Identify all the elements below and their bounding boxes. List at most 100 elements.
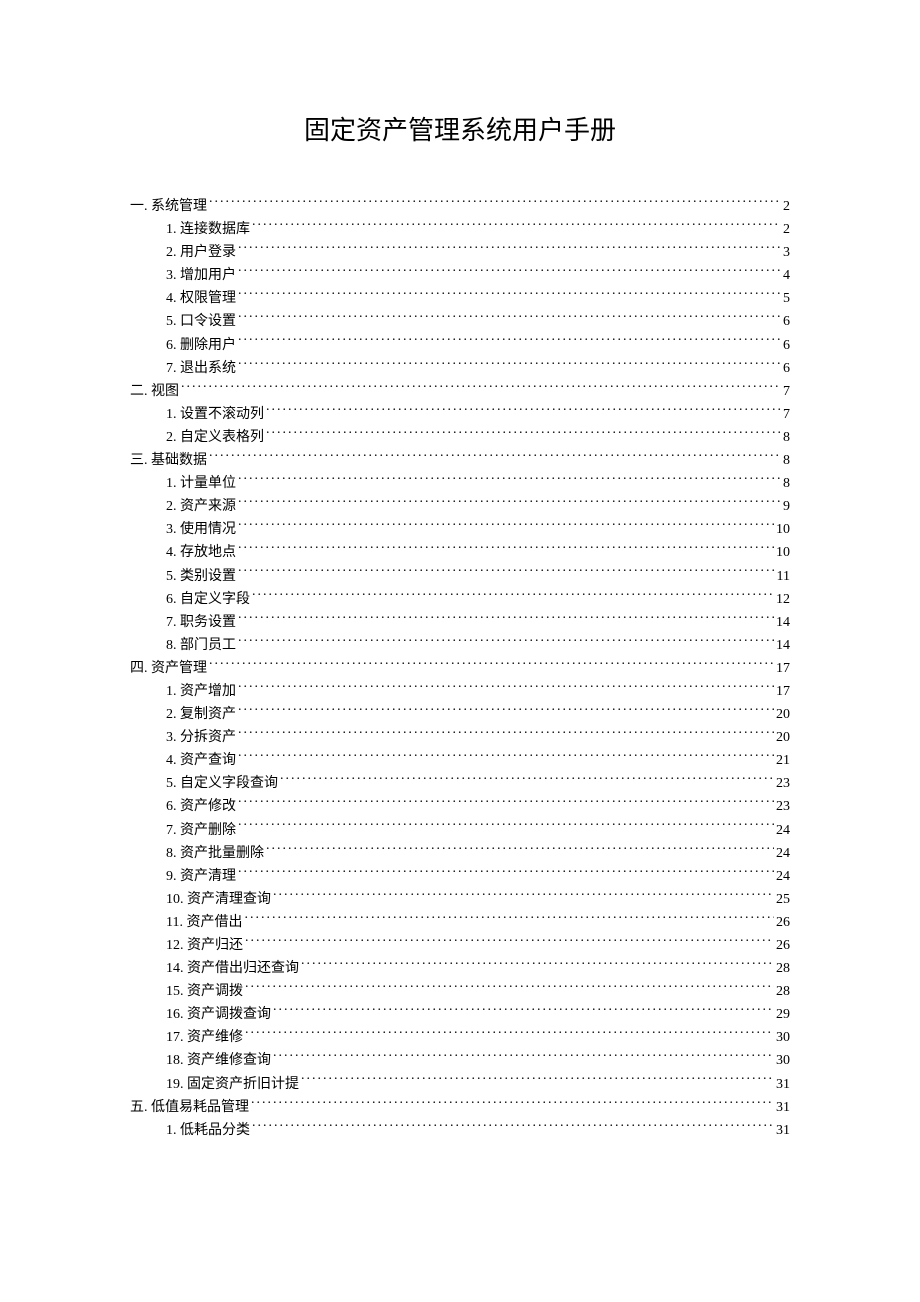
toc-entry-label: 四. 资产管理 xyxy=(130,657,207,680)
toc-entry-label: 15. 资产调拨 xyxy=(166,980,243,1003)
toc-entry[interactable]: 3. 分拆资产20 xyxy=(130,726,790,749)
toc-entry-label: 6. 删除用户 xyxy=(166,334,236,357)
toc-entry-label: 4. 权限管理 xyxy=(166,287,236,310)
toc-leader-dots xyxy=(238,566,775,580)
toc-entry-page: 20 xyxy=(776,703,790,726)
toc-entry[interactable]: 16. 资产调拨查询29 xyxy=(130,1003,790,1026)
toc-entry[interactable]: 3. 使用情况10 xyxy=(130,518,790,541)
toc-entry-page: 4 xyxy=(783,264,790,287)
toc-entry-label: 8. 资产批量删除 xyxy=(166,842,264,865)
toc-entry-page: 17 xyxy=(776,680,790,703)
toc-entry[interactable]: 2. 资产来源9 xyxy=(130,495,790,518)
toc-entry[interactable]: 11. 资产借出26 xyxy=(130,911,790,934)
toc-entry-page: 12 xyxy=(776,588,790,611)
toc-entry-label: 5. 自定义字段查询 xyxy=(166,772,278,795)
toc-entry-page: 23 xyxy=(776,772,790,795)
toc-entry-page: 24 xyxy=(776,842,790,865)
toc-entry-label: 7. 退出系统 xyxy=(166,357,236,380)
toc-leader-dots xyxy=(245,1027,774,1041)
toc-entry-label: 8. 部门员工 xyxy=(166,634,236,657)
toc-entry-label: 五. 低值易耗品管理 xyxy=(130,1096,249,1119)
toc-entry[interactable]: 12. 资产归还26 xyxy=(130,934,790,957)
toc-entry[interactable]: 1. 连接数据库2 xyxy=(130,218,790,241)
toc-entry[interactable]: 五. 低值易耗品管理 31 xyxy=(130,1096,790,1119)
toc-entry[interactable]: 7. 退出系统 6 xyxy=(130,357,790,380)
toc-leader-dots xyxy=(245,935,774,949)
toc-leader-dots xyxy=(252,589,774,603)
toc-leader-dots xyxy=(238,288,781,302)
toc-entry[interactable]: 6. 删除用户6 xyxy=(130,334,790,357)
toc-entry[interactable]: 5. 自定义字段查询 23 xyxy=(130,772,790,795)
toc-entry-page: 14 xyxy=(776,611,790,634)
toc-entry-label: 11. 资产借出 xyxy=(166,911,242,934)
toc-entry[interactable]: 6. 资产修改23 xyxy=(130,795,790,818)
toc-entry-label: 17. 资产维修 xyxy=(166,1026,243,1049)
toc-entry[interactable]: 4. 资产查询21 xyxy=(130,749,790,772)
toc-entry-page: 31 xyxy=(776,1096,790,1119)
document-title: 固定资产管理系统用户手册 xyxy=(130,110,790,147)
toc-leader-dots xyxy=(209,658,774,672)
toc-leader-dots xyxy=(238,242,781,256)
toc-entry-page: 28 xyxy=(776,957,790,980)
toc-entry-label: 19. 固定资产折旧计提 xyxy=(166,1073,299,1096)
toc-entry-page: 24 xyxy=(776,865,790,888)
toc-entry-page: 6 xyxy=(783,357,790,380)
toc-entry[interactable]: 4. 存放地点10 xyxy=(130,541,790,564)
toc-entry[interactable]: 四. 资产管理17 xyxy=(130,657,790,680)
table-of-contents: 一. 系统管理21. 连接数据库22. 用户登录33. 增加用户44. 权限管理… xyxy=(130,195,790,1142)
toc-entry[interactable]: 7. 职务设置 14 xyxy=(130,611,790,634)
toc-entry-page: 24 xyxy=(776,819,790,842)
toc-entry-label: 1. 连接数据库 xyxy=(166,218,250,241)
toc-entry-label: 7. 职务设置 xyxy=(166,611,236,634)
toc-entry-label: 3. 增加用户 xyxy=(166,264,236,287)
toc-entry[interactable]: 1. 设置不滚动列 7 xyxy=(130,403,790,426)
toc-entry-page: 8 xyxy=(783,472,790,495)
toc-entry[interactable]: 一. 系统管理2 xyxy=(130,195,790,218)
toc-entry-page: 31 xyxy=(776,1073,790,1096)
toc-entry[interactable]: 1. 计量单位8 xyxy=(130,472,790,495)
toc-entry[interactable]: 三. 基础数据8 xyxy=(130,449,790,472)
toc-leader-dots xyxy=(238,796,774,810)
toc-leader-dots xyxy=(266,404,781,418)
toc-leader-dots xyxy=(209,450,781,464)
toc-entry-label: 5. 口令设置 xyxy=(166,310,236,333)
toc-entry[interactable]: 17. 资产维修30 xyxy=(130,1026,790,1049)
toc-leader-dots xyxy=(251,1097,774,1111)
toc-entry[interactable]: 5. 口令设置6 xyxy=(130,310,790,333)
toc-entry-label: 18. 资产维修查询 xyxy=(166,1049,271,1072)
toc-entry[interactable]: 10. 资产清理查询25 xyxy=(130,888,790,911)
toc-entry-page: 7 xyxy=(783,403,790,426)
toc-entry[interactable]: 5. 类别设置11 xyxy=(130,565,790,588)
toc-entry[interactable]: 14. 资产借出归还查询28 xyxy=(130,957,790,980)
toc-leader-dots xyxy=(245,981,774,995)
toc-leader-dots xyxy=(209,196,781,210)
toc-entry[interactable]: 2. 复制资产20 xyxy=(130,703,790,726)
toc-entry[interactable]: 2. 用户登录3 xyxy=(130,241,790,264)
toc-entry[interactable]: 3. 增加用户 4 xyxy=(130,264,790,287)
toc-entry-label: 16. 资产调拨查询 xyxy=(166,1003,271,1026)
toc-entry[interactable]: 15. 资产调拨28 xyxy=(130,980,790,1003)
toc-entry[interactable]: 二. 视图7 xyxy=(130,380,790,403)
toc-entry[interactable]: 9. 资产清理24 xyxy=(130,865,790,888)
toc-entry[interactable]: 7. 资产删除24 xyxy=(130,819,790,842)
toc-entry-page: 9 xyxy=(783,495,790,518)
toc-leader-dots xyxy=(252,1120,774,1134)
toc-entry[interactable]: 6. 自定义字段 12 xyxy=(130,588,790,611)
toc-leader-dots xyxy=(238,358,781,372)
toc-entry-label: 1. 设置不滚动列 xyxy=(166,403,264,426)
toc-entry[interactable]: 2. 自定义表格列8 xyxy=(130,426,790,449)
toc-leader-dots xyxy=(238,335,781,349)
toc-entry[interactable]: 8. 部门员工14 xyxy=(130,634,790,657)
toc-entry[interactable]: 18. 资产维修查询30 xyxy=(130,1049,790,1072)
toc-leader-dots xyxy=(238,311,781,325)
toc-entry[interactable]: 4. 权限管理5 xyxy=(130,287,790,310)
toc-entry-label: 6. 自定义字段 xyxy=(166,588,250,611)
toc-leader-dots xyxy=(238,519,774,533)
toc-leader-dots xyxy=(238,750,774,764)
toc-entry[interactable]: 1. 低耗品分类31 xyxy=(130,1119,790,1142)
toc-entry[interactable]: 19. 固定资产折旧计提 31 xyxy=(130,1073,790,1096)
toc-entry[interactable]: 1. 资产增加17 xyxy=(130,680,790,703)
toc-entry-page: 21 xyxy=(776,749,790,772)
toc-entry[interactable]: 8. 资产批量删除 24 xyxy=(130,842,790,865)
toc-entry-label: 三. 基础数据 xyxy=(130,449,207,472)
